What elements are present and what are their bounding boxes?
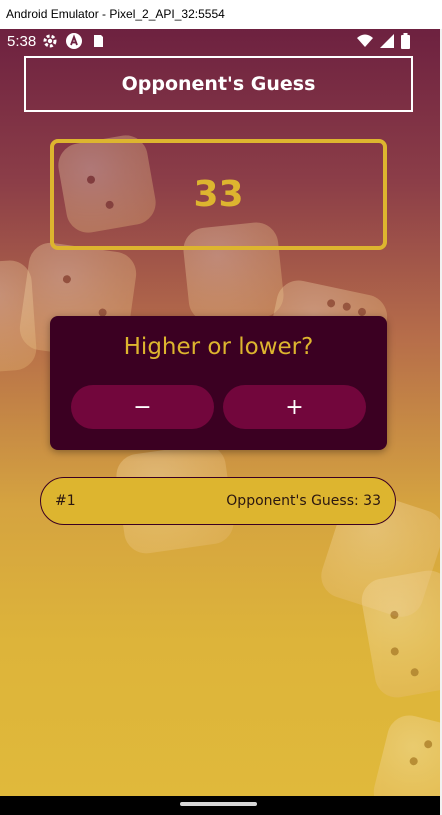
screen-title-text: Opponent's Guess [121, 73, 316, 95]
emulator-window-title: Android Emulator - Pixel_2_API_32:5554 [0, 0, 442, 29]
screen-title: Opponent's Guess [24, 56, 413, 112]
guess-log-round: #1 [55, 493, 76, 509]
background-die [369, 710, 440, 796]
lower-button[interactable]: − [71, 385, 214, 429]
battery-icon [401, 33, 410, 49]
wifi-icon [357, 33, 373, 49]
signal-icon [379, 33, 395, 49]
status-time: 5:38 [7, 33, 37, 50]
guess-log-text: Opponent's Guess: 33 [226, 493, 381, 509]
sd-card-icon [90, 33, 106, 49]
guess-number-container: 33 [50, 139, 387, 250]
plus-icon: + [285, 394, 304, 420]
status-bar: 5:38 [0, 29, 440, 55]
guess-number: 33 [193, 174, 244, 215]
device-screen: 5:38 Opponent's Guess 33 Higher or lower… [0, 29, 440, 796]
navigation-bar [0, 796, 440, 815]
guess-log-item: #1 Opponent's Guess: 33 [40, 477, 396, 525]
minus-icon: − [133, 394, 152, 420]
gear-icon [42, 33, 58, 49]
background-die [358, 567, 440, 701]
higher-button[interactable]: + [223, 385, 366, 429]
instruction-text: Higher or lower? [123, 334, 314, 360]
a-circle-icon [66, 33, 82, 49]
higher-lower-card: Higher or lower? − + [50, 316, 387, 450]
home-gesture-handle[interactable] [180, 802, 257, 806]
